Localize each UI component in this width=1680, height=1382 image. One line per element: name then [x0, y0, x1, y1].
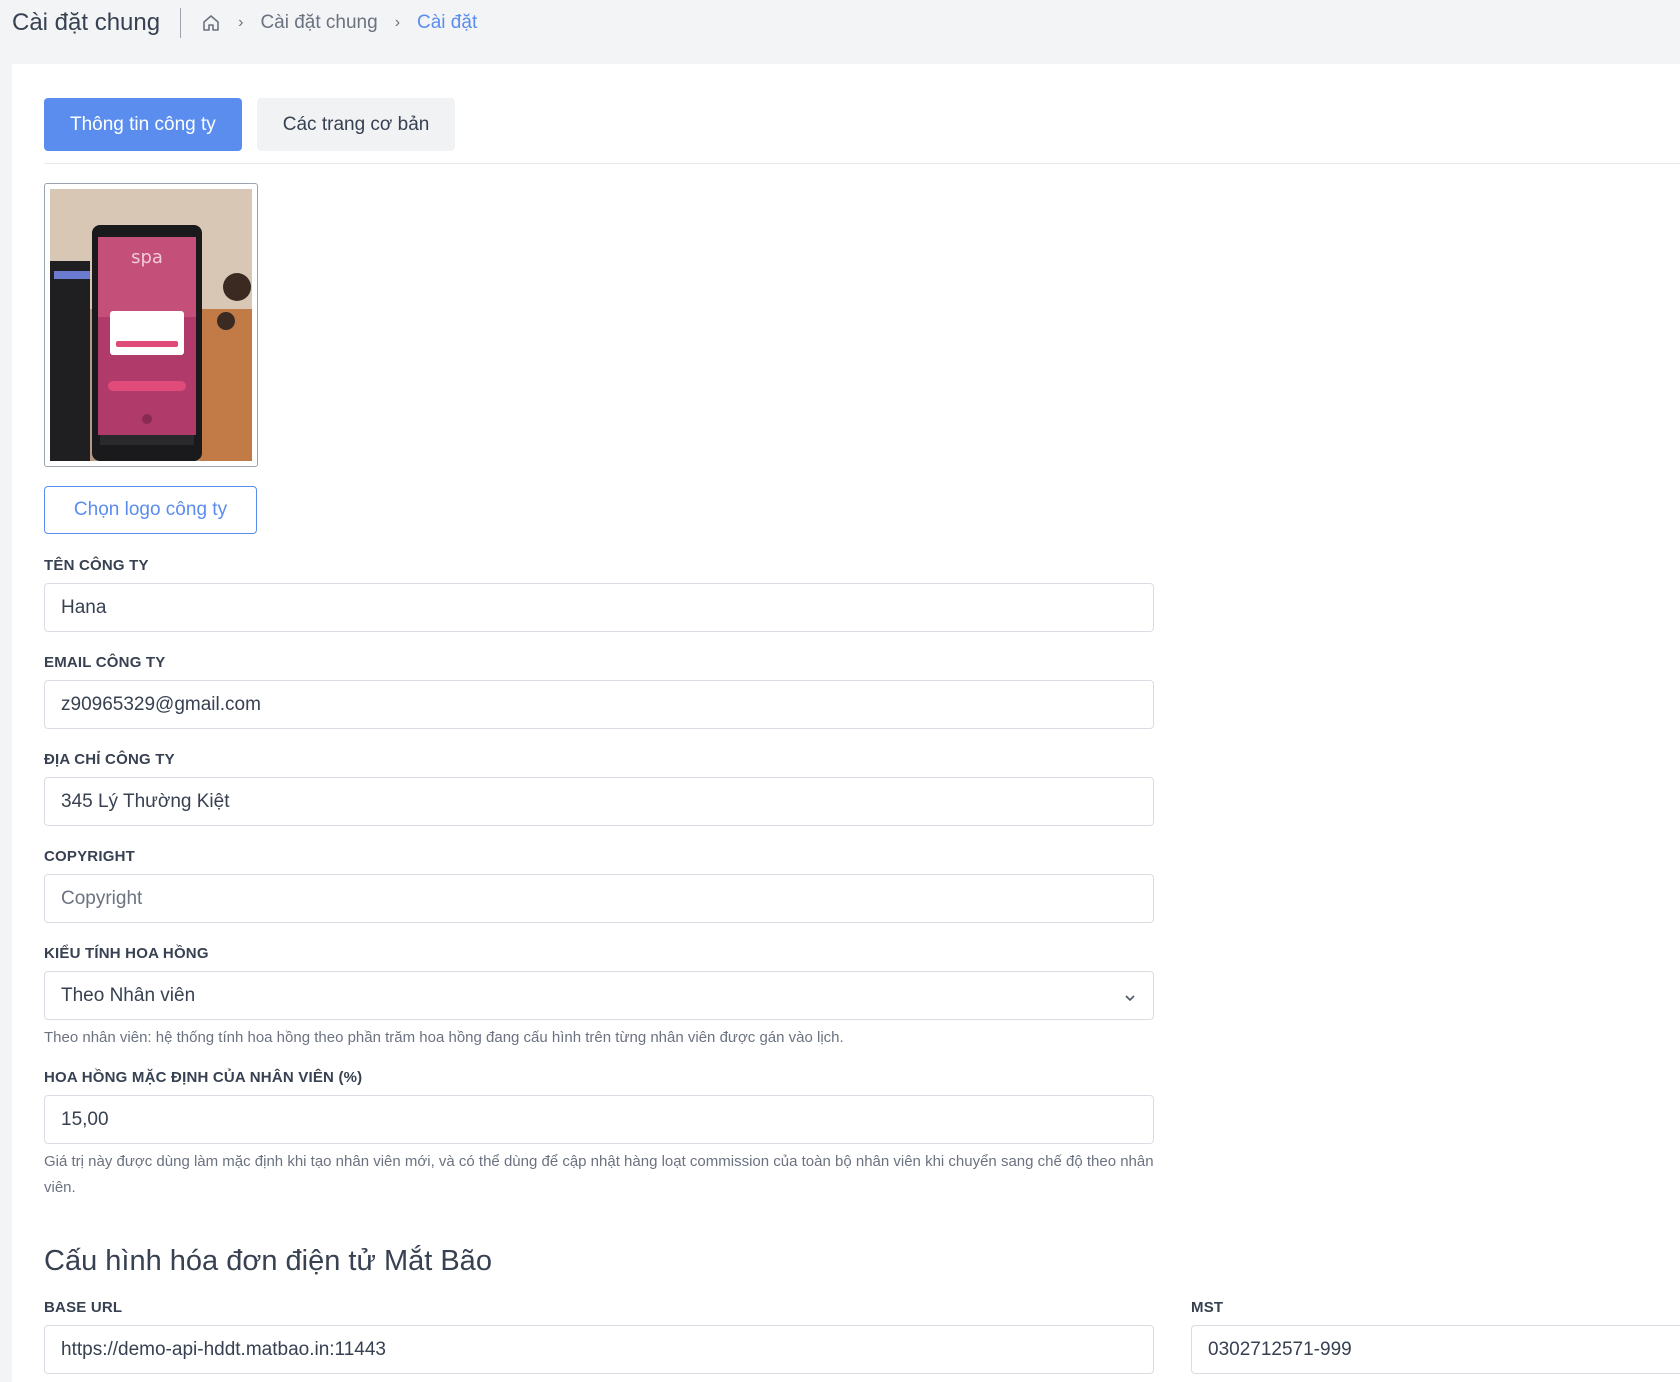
copyright-group: COPYRIGHT Copyright: [44, 846, 1154, 923]
company-name-input[interactable]: Hana: [44, 583, 1154, 632]
tab-basic-pages[interactable]: Các trang cơ bản: [256, 98, 456, 151]
company-logo-preview: spa: [44, 183, 258, 467]
company-email-group: EMAIL CÔNG TY z90965329@gmail.com: [44, 652, 1154, 729]
chevron-down-icon: [1123, 989, 1137, 1003]
chevron-right-icon: ›: [394, 14, 401, 31]
choose-logo-button[interactable]: Chọn logo công ty: [44, 486, 257, 534]
commission-type-label: KIỂU TÍNH HOA HỒNG: [44, 945, 209, 962]
breadcrumb-item-settings-general[interactable]: Cài đặt chung: [260, 12, 377, 34]
mst-label: MST: [1191, 1299, 1224, 1316]
company-name-group: TÊN CÔNG TY Hana: [44, 555, 1154, 632]
breadcrumb: › Cài đặt chung › Cài đặt: [201, 12, 477, 34]
company-address-label: ĐỊA CHỈ CÔNG TY: [44, 751, 175, 768]
default-commission-label: HOA HỒNG MẶC ĐỊNH CỦA NHÂN VIÊN (%): [44, 1069, 363, 1086]
commission-type-value: Theo Nhân viên: [61, 984, 196, 1006]
tab-bar: Thông tin công ty Các trang cơ bản: [44, 98, 470, 151]
commission-type-select[interactable]: Theo Nhân viên: [44, 971, 1154, 1020]
base-url-label: BASE URL: [44, 1299, 123, 1316]
commission-type-hint: Theo nhân viên: hệ thống tính hoa hồng t…: [44, 1029, 844, 1046]
copyright-label: COPYRIGHT: [44, 848, 135, 865]
company-address-input[interactable]: 345 Lý Thường Kiệt: [44, 777, 1154, 826]
invoice-section-title: Cấu hình hóa đơn điện tử Mắt Bão: [44, 1245, 492, 1277]
default-commission-hint: Giá trị này được dùng làm mặc định khi t…: [44, 1153, 1154, 1196]
mst-input[interactable]: 0302712571-999: [1191, 1325, 1680, 1374]
company-logo-image: spa: [50, 189, 252, 461]
page-title: Cài đặt chung: [12, 9, 161, 36]
commission-type-group: KIỂU TÍNH HOA HỒNG Theo Nhân viên Theo n…: [44, 943, 1154, 1051]
logo-image-text: spa: [131, 247, 163, 268]
tab-divider: [44, 163, 1680, 164]
top-bar: Cài đặt chung › Cài đặt chung › Cài đặt: [0, 0, 1680, 46]
base-url-input[interactable]: https://demo-api-hddt.matbao.in:11443: [44, 1325, 1154, 1374]
title-separator: [180, 8, 182, 38]
settings-card: Thông tin công ty Các trang cơ bản spa C…: [12, 64, 1680, 1382]
company-address-group: ĐỊA CHỈ CÔNG TY 345 Lý Thường Kiệt: [44, 749, 1154, 826]
chevron-right-icon: ›: [238, 14, 244, 31]
default-commission-input[interactable]: 15,00: [44, 1095, 1154, 1144]
tab-company-info[interactable]: Thông tin công ty: [44, 98, 242, 151]
company-email-label: EMAIL CÔNG TY: [44, 654, 166, 671]
copyright-input[interactable]: Copyright: [44, 874, 1154, 923]
company-email-input[interactable]: z90965329@gmail.com: [44, 680, 1154, 729]
company-name-label: TÊN CÔNG TY: [44, 557, 149, 574]
breadcrumb-item-current: Cài đặt: [417, 12, 478, 33]
home-icon[interactable]: [201, 13, 221, 33]
default-commission-group: HOA HỒNG MẶC ĐỊNH CỦA NHÂN VIÊN (%) 15,0…: [44, 1067, 1154, 1201]
mst-group: MST 0302712571-999: [1191, 1297, 1680, 1374]
base-url-group: BASE URL https://demo-api-hddt.matbao.in…: [44, 1297, 1154, 1374]
